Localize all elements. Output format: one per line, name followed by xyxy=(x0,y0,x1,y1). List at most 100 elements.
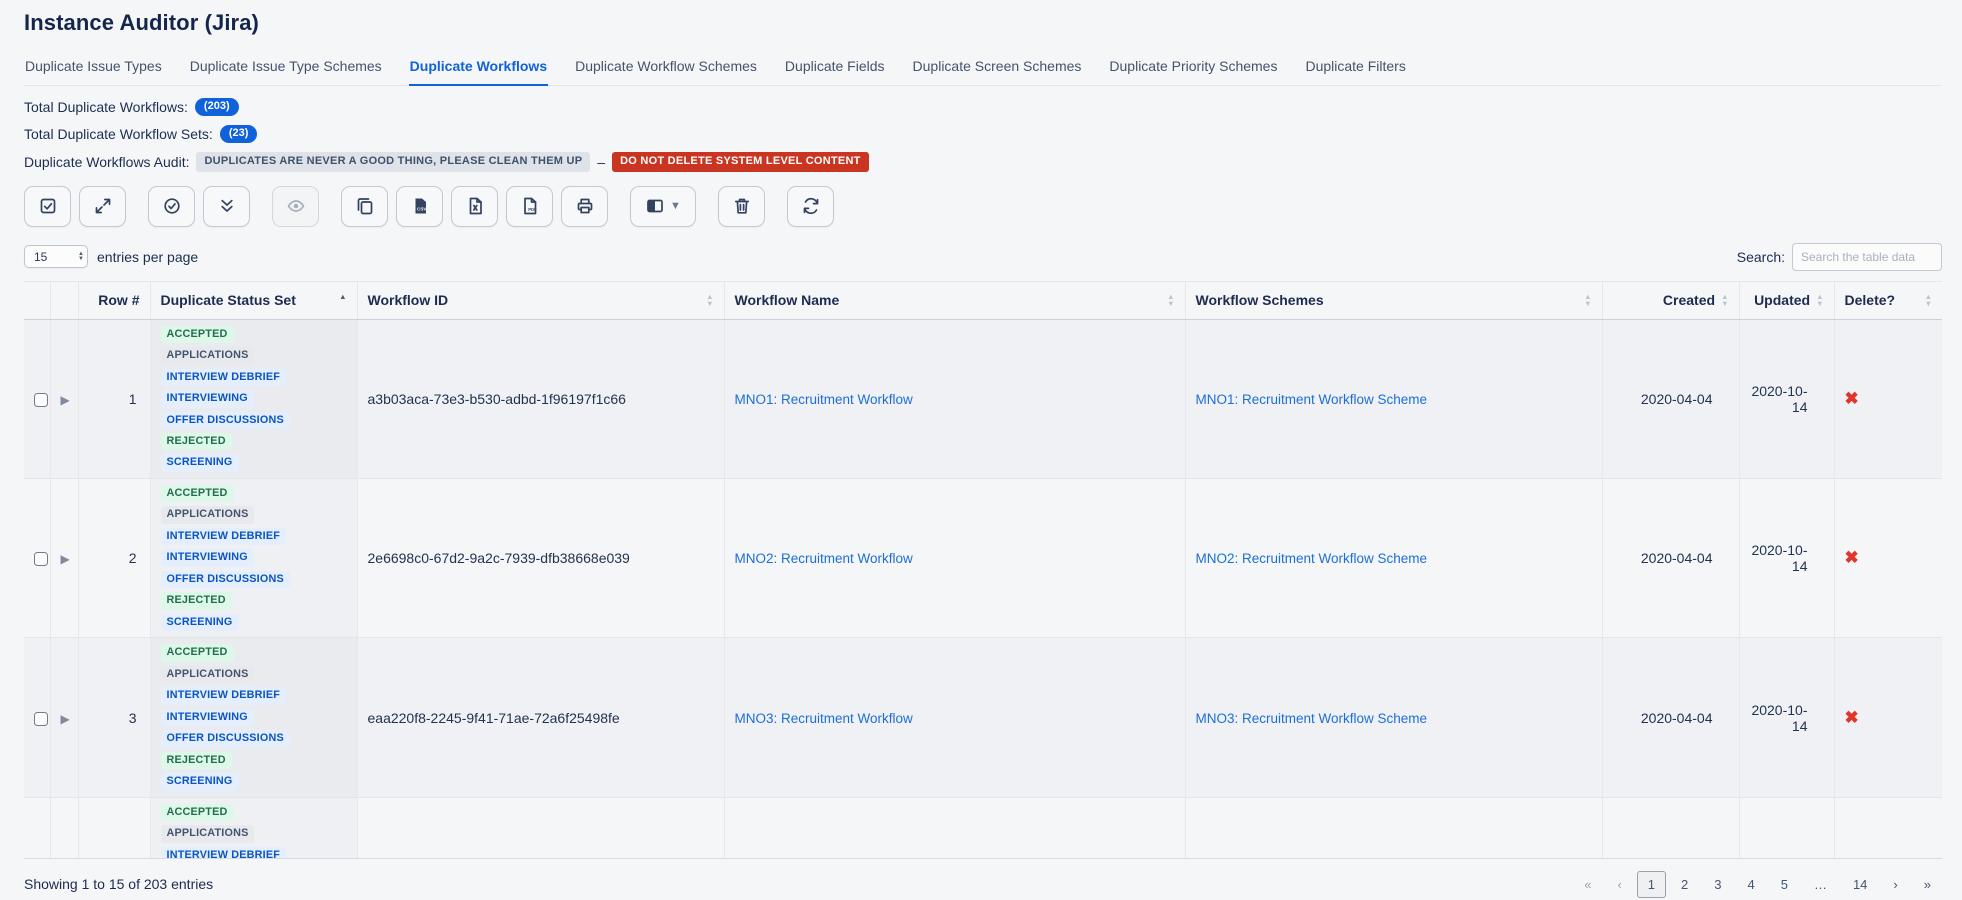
row-checkbox[interactable] xyxy=(34,552,48,567)
tab-duplicate-issue-types[interactable]: Duplicate Issue Types xyxy=(24,54,163,85)
status-badge: REJECTED xyxy=(160,751,232,770)
column-header-delete[interactable]: Delete? ▲ ▼ xyxy=(1833,280,1942,320)
sort-icon: ▲ ▼ xyxy=(1924,292,1932,309)
tab-duplicate-workflow-schemes[interactable]: Duplicate Workflow Schemes xyxy=(574,54,758,85)
export-csv-button[interactable]: CSV xyxy=(396,185,443,227)
expand-row-button[interactable]: ▶ xyxy=(61,552,70,566)
trash-icon xyxy=(732,196,752,216)
page-title: Instance Auditor (Jira) xyxy=(24,10,259,35)
workflow-id-cell: 0db016bc-44c8-8a93-3805-3b3b78dd070f xyxy=(356,797,724,858)
export-pdf-button[interactable]: PDF xyxy=(506,185,553,227)
page-button-1[interactable]: 1 xyxy=(1636,870,1667,898)
column-label: Created xyxy=(1662,292,1716,309)
status-badge: SCREENING xyxy=(160,613,239,632)
column-header-updated[interactable]: Updated ▲ ▼ xyxy=(1738,280,1834,320)
status-badge: INTERVIEW DEBRIEF xyxy=(160,687,287,705)
delete-row-button[interactable]: ✖ xyxy=(1845,548,1859,567)
created-cell: 2020-04-04 xyxy=(1601,797,1739,858)
column-header-workflow-id[interactable]: Workflow ID ▲ ▼ xyxy=(356,280,724,320)
column-header-workflow-name[interactable]: Workflow Name ▲ ▼ xyxy=(723,280,1185,320)
select-all-button[interactable] xyxy=(24,185,71,227)
row-checkbox[interactable] xyxy=(34,392,48,407)
select-stepper-icon: ▲ ▼ xyxy=(78,250,84,262)
created-cell: 2020-04-04 xyxy=(1601,319,1739,479)
table-footer: Showing 1 to 15 of 203 entries « ‹ 1 2 3 4 5 … 1… xyxy=(24,870,1942,898)
sort-icon: ▲ ▼ xyxy=(1721,292,1729,309)
column-header-created[interactable]: Created ▲ ▼ xyxy=(1601,280,1739,320)
workflow-scheme-link[interactable]: MNO2: Recruitment Workflow Scheme xyxy=(1196,551,1428,566)
status-badge: INTERVIEW DEBRIEF xyxy=(160,368,287,387)
delete-row-button[interactable]: ✖ xyxy=(1845,708,1859,727)
caret-down-icon: ▼ xyxy=(670,199,681,212)
column-header-duplicate-status-set[interactable]: Duplicate Status Set ▲▼ xyxy=(149,280,357,320)
status-badge: OFFER DISCUSSIONS xyxy=(160,570,290,589)
tab-duplicate-workflows[interactable]: Duplicate Workflows xyxy=(408,54,549,86)
delete-row-button[interactable]: ✖ xyxy=(1845,389,1859,408)
workflow-id-cell: eaa220f8-2245-9f41-71ae-72a6f25498fe xyxy=(356,637,724,798)
export-excel-button[interactable] xyxy=(451,185,498,227)
total-workflow-sets-count-badge: (23) xyxy=(219,125,258,144)
page-button-4[interactable]: 4 xyxy=(1736,871,1765,898)
workflow-name-link[interactable]: MNO3: Recruitment Workflow xyxy=(735,711,913,726)
pagination-previous-button: ‹ xyxy=(1617,876,1622,892)
status-badge: INTERVIEW DEBRIEF xyxy=(160,846,287,858)
status-badge: OFFER DISCUSSIONS xyxy=(160,411,290,429)
tab-duplicate-filters[interactable]: Duplicate Filters xyxy=(1304,54,1406,85)
workflow-id-cell: a3b03aca-73e3-b530-adbd-1f96197f1c66 xyxy=(356,319,724,479)
print-button[interactable] xyxy=(561,185,608,227)
row-checkbox[interactable] xyxy=(34,711,48,726)
duplicate-status-set-cell: ACCEPTED APPLICATIONS INTERVIEW DEBRIEF INT… xyxy=(149,319,357,479)
search-input[interactable] xyxy=(1792,242,1942,271)
page-button-2[interactable]: 2 xyxy=(1670,871,1699,898)
audit-warning-badge: DO NOT DELETE SYSTEM LEVEL CONTENT xyxy=(612,152,869,172)
status-badge: SCREENING xyxy=(160,454,239,472)
refresh-icon xyxy=(801,196,821,216)
page-size-select[interactable]: 15 ▲ ▼ xyxy=(24,245,88,269)
delete-selected-button[interactable] xyxy=(718,185,765,227)
workflow-name-link[interactable]: MNO1: Recruitment Workflow xyxy=(735,392,913,407)
column-header-workflow-schemes[interactable]: Workflow Schemes ▲ ▼ xyxy=(1184,280,1602,320)
svg-text:PDF: PDF xyxy=(528,207,537,212)
row-number-cell: 3 xyxy=(77,637,150,798)
expand-row-button[interactable]: ▶ xyxy=(61,712,70,726)
copy-button[interactable] xyxy=(341,185,388,227)
collapse-all-button[interactable] xyxy=(203,185,250,227)
file-pdf-icon: PDF xyxy=(520,196,540,216)
page-button-3[interactable]: 3 xyxy=(1703,871,1732,898)
tab-duplicate-issue-type-schemes[interactable]: Duplicate Issue Type Schemes xyxy=(189,54,383,85)
copy-icon xyxy=(355,196,375,216)
column-label: Workflow ID xyxy=(367,292,449,309)
total-workflows-count-badge: (203) xyxy=(194,98,239,117)
page-button-14[interactable]: 14 xyxy=(1842,871,1878,898)
tab-duplicate-screen-schemes[interactable]: Duplicate Screen Schemes xyxy=(912,54,1083,85)
pagination-last-button[interactable]: » xyxy=(1913,871,1942,898)
tab-duplicate-priority-schemes[interactable]: Duplicate Priority Schemes xyxy=(1108,54,1278,85)
column-header-select xyxy=(24,280,50,320)
column-visibility-button[interactable]: ▼ xyxy=(630,185,696,227)
svg-text:CSV: CSV xyxy=(417,207,427,212)
status-badge: REJECTED xyxy=(160,592,232,610)
refresh-button[interactable] xyxy=(787,185,834,227)
updated-cell: 2020-10-14 xyxy=(1738,478,1834,639)
workflow-scheme-link[interactable]: MNO3: Recruitment Workflow Scheme xyxy=(1196,711,1428,726)
pagination: « ‹ 1 2 3 4 5 … 14 ›» xyxy=(1569,870,1942,898)
pagination-next-button[interactable]: › xyxy=(1882,871,1908,898)
page-button-5[interactable]: 5 xyxy=(1770,871,1799,898)
expand-rows-button[interactable] xyxy=(79,185,126,227)
table-row: ▶ 2 ACCEPTED APPLICATIONS INTERVIEW DEBRIEF I… xyxy=(24,478,1942,639)
updated-cell: 2020-10-14 xyxy=(1738,637,1834,798)
workflow-name-link[interactable]: MNO2: Recruitment Workflow xyxy=(735,551,913,566)
select-visible-button[interactable] xyxy=(148,185,195,227)
pagination-ellipsis: … xyxy=(1813,876,1827,892)
audit-separator: – xyxy=(597,153,606,170)
created-cell: 2020-04-04 xyxy=(1601,478,1739,639)
sort-ascending-icon: ▲▼ xyxy=(339,292,347,302)
expand-row-button[interactable]: ▶ xyxy=(61,393,70,407)
sort-icon: ▲ ▼ xyxy=(706,292,714,309)
tab-duplicate-fields[interactable]: Duplicate Fields xyxy=(784,54,886,85)
status-badge: ACCEPTED xyxy=(160,484,234,503)
row-number-cell: 4 xyxy=(77,797,150,858)
preview-button xyxy=(272,185,319,227)
workflow-scheme-link[interactable]: MNO1: Recruitment Workflow Scheme xyxy=(1196,392,1428,407)
instance-auditor-page: Instance Auditor (Jira) Duplicate Issue … xyxy=(0,0,1962,898)
